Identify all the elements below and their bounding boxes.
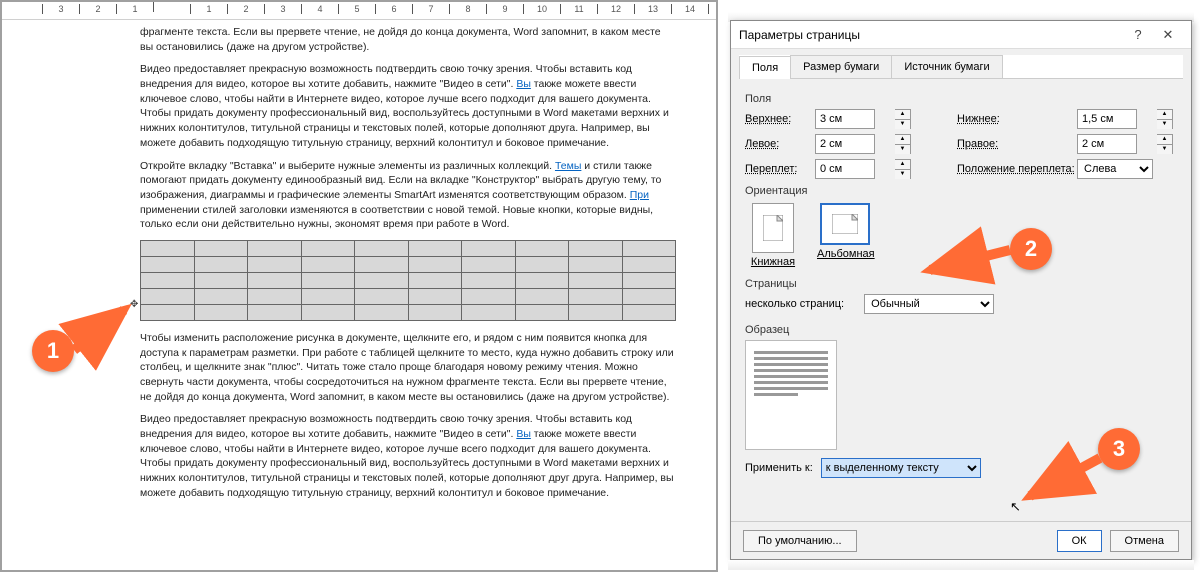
- default-button[interactable]: По умолчанию...: [743, 530, 857, 552]
- label-bottom: Нижнее:: [957, 113, 1077, 125]
- torn-edge: [728, 560, 1194, 570]
- group-preview-label: Образец: [745, 324, 1177, 336]
- label-right: Правое:: [957, 138, 1077, 150]
- select-multi-pages[interactable]: Обычный: [864, 294, 994, 314]
- portrait-icon: [752, 203, 794, 253]
- paragraph[interactable]: Откройте вкладку "Вставка" и выберите ну…: [140, 159, 676, 232]
- select-apply-to[interactable]: к выделенному тексту: [821, 458, 981, 478]
- cursor-icon: ↖: [1010, 499, 1021, 515]
- group-orientation-label: Ориентация: [745, 185, 1177, 197]
- label-left: Левое:: [745, 138, 815, 150]
- hyperlink[interactable]: Темы: [555, 160, 581, 172]
- group-pages-label: Страницы: [745, 278, 1177, 290]
- label-apply-to: Применить к:: [745, 462, 813, 474]
- page-setup-dialog: Параметры страницы ? ✕ Поля Размер бумаг…: [730, 20, 1192, 560]
- group-margins-label: Поля: [745, 93, 1177, 105]
- label-top: Верхнее:: [745, 113, 815, 125]
- tab-paper-source[interactable]: Источник бумаги: [891, 55, 1002, 78]
- hyperlink[interactable]: При: [630, 189, 649, 201]
- callout-1: 1: [32, 330, 74, 372]
- dialog-footer: По умолчанию... ОК Отмена: [731, 521, 1191, 559]
- label-gutter-pos: Положение переплета:: [957, 163, 1077, 175]
- paragraph[interactable]: Видео предоставляет прекрасную возможнос…: [140, 62, 676, 150]
- spinner-bottom[interactable]: ▲▼: [1157, 109, 1173, 129]
- input-right-margin[interactable]: [1077, 134, 1137, 154]
- document-page[interactable]: фрагменте текста. Если вы прервете чтени…: [2, 20, 716, 514]
- help-button[interactable]: ?: [1123, 27, 1153, 42]
- page-preview: [745, 340, 837, 450]
- spinner-top[interactable]: ▲▼: [895, 109, 911, 129]
- dialog-title: Параметры страницы: [739, 28, 1123, 42]
- spinner-left[interactable]: ▲▼: [895, 134, 911, 154]
- input-bottom-margin[interactable]: [1077, 109, 1137, 129]
- input-gutter[interactable]: [815, 159, 875, 179]
- input-top-margin[interactable]: [815, 109, 875, 129]
- table-move-handle-icon[interactable]: ✥: [130, 298, 142, 310]
- horizontal-ruler[interactable]: 3211234567891011121314151617: [2, 2, 716, 20]
- hyperlink[interactable]: Вы: [516, 78, 531, 90]
- label-gutter: Переплет:: [745, 163, 815, 175]
- callout-3: 3: [1098, 428, 1140, 470]
- document-table[interactable]: [140, 240, 676, 321]
- spinner-gutter[interactable]: ▲▼: [895, 159, 911, 179]
- ok-button[interactable]: ОК: [1057, 530, 1102, 552]
- tab-paper-size[interactable]: Размер бумаги: [790, 55, 892, 78]
- landscape-icon: [820, 203, 870, 245]
- dialog-titlebar[interactable]: Параметры страницы ? ✕: [731, 21, 1191, 49]
- paragraph[interactable]: фрагменте текста. Если вы прервете чтени…: [140, 25, 676, 54]
- close-button[interactable]: ✕: [1153, 27, 1183, 43]
- select-gutter-pos[interactable]: Слева: [1077, 159, 1153, 179]
- hyperlink[interactable]: Вы: [516, 428, 531, 440]
- dialog-tabs: Поля Размер бумаги Источник бумаги: [739, 55, 1183, 79]
- cancel-button[interactable]: Отмена: [1110, 530, 1179, 552]
- callout-2: 2: [1010, 228, 1052, 270]
- label-multi-pages: несколько страниц:: [745, 298, 844, 310]
- orientation-landscape[interactable]: Альбомная: [817, 203, 873, 268]
- tab-margins[interactable]: Поля: [739, 56, 791, 79]
- spinner-right[interactable]: ▲▼: [1157, 134, 1173, 154]
- paragraph[interactable]: Видео предоставляет прекрасную возможнос…: [140, 412, 676, 500]
- orientation-portrait[interactable]: Книжная: [745, 203, 801, 268]
- input-left-margin[interactable]: [815, 134, 875, 154]
- paragraph[interactable]: Чтобы изменить расположение рисунка в до…: [140, 331, 676, 404]
- document-area: 3211234567891011121314151617 фрагменте т…: [0, 0, 718, 572]
